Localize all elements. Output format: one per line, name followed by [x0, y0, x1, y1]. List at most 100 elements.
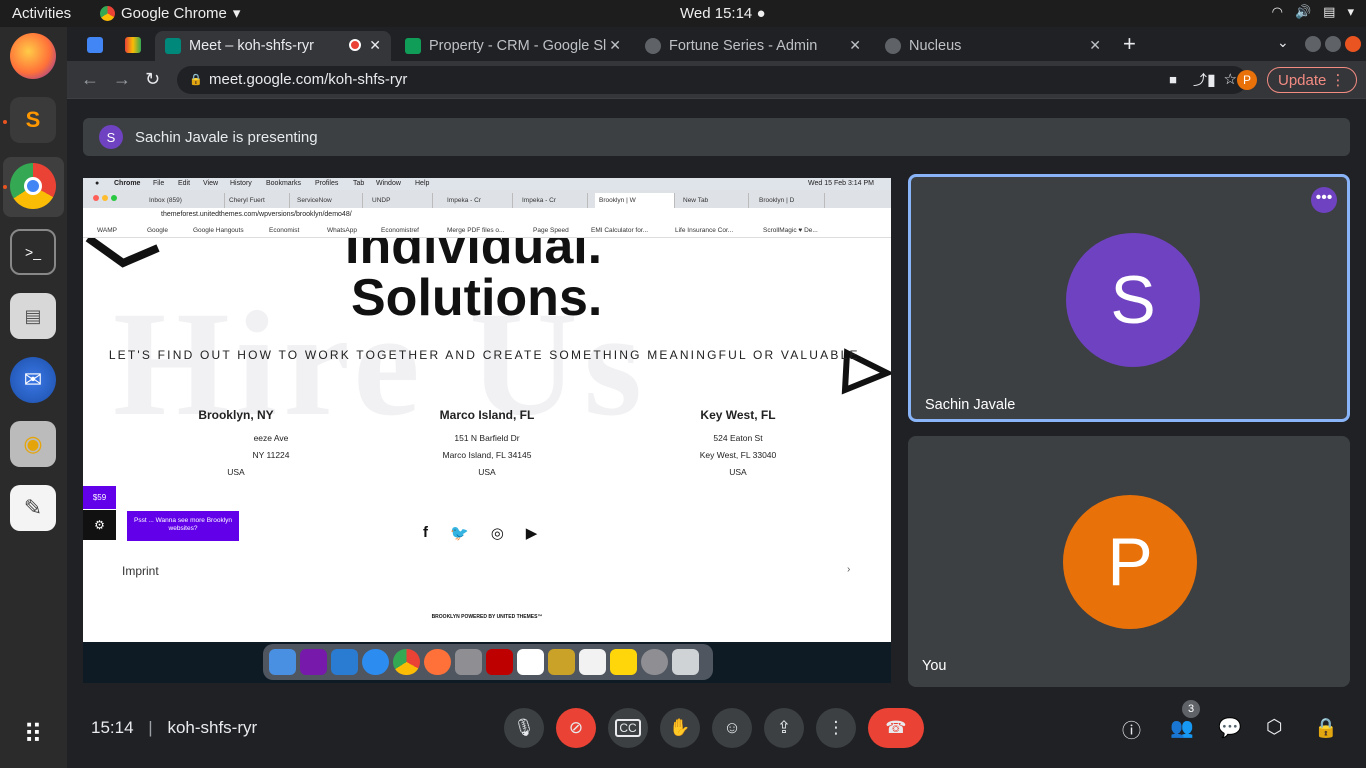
people-count-badge: 3 [1182, 700, 1200, 718]
new-tab-button[interactable]: + [1123, 31, 1136, 57]
microphone-button[interactable]: 🎙 [504, 708, 544, 748]
meet-icon [165, 38, 181, 54]
app-menu[interactable]: Google Chrome ▾ [100, 4, 240, 22]
presenting-banner: S Sachin Javale is presenting [83, 118, 1350, 156]
sublime-text-icon[interactable]: S [10, 97, 56, 143]
raise-hand-button[interactable]: ✋ [660, 708, 700, 748]
mac-menu-view: View [203, 180, 219, 187]
system-tray[interactable]: ◠ 🔊 ▤ ▾ [1272, 4, 1354, 20]
meeting-info: 15:14 | koh-shfs-ryr [91, 718, 257, 738]
more-options-icon[interactable]: ••• [1311, 187, 1337, 213]
terminal-icon[interactable]: >_ [10, 229, 56, 275]
close-icon[interactable]: ✕ [1089, 37, 1101, 54]
tab-search-icon[interactable]: ⌄ [1277, 34, 1289, 51]
omnibox[interactable]: 🔒 meet.google.com/koh-shfs-ryr ■ ⤴ ☆ [177, 66, 1247, 94]
update-button[interactable]: Update ⋮ [1267, 67, 1357, 93]
bookmark-star-icon[interactable]: ☆ [1224, 66, 1237, 94]
show-apps-icon[interactable]: ⠿ [10, 711, 56, 757]
share-icon[interactable]: ⤴ [1193, 66, 1207, 94]
mac-menu-profiles: Profiles [315, 180, 339, 187]
shared-website: Hire Us Individual. Solutions. LET'S FIN… [83, 238, 891, 642]
side-panel-icon[interactable]: ▮ [1207, 70, 1216, 90]
close-window-button[interactable] [1345, 36, 1361, 52]
bookmark-item: EMI Calculator for... [591, 227, 649, 234]
tab-nucleus[interactable]: Nucleus ✕ [875, 31, 1111, 61]
vscode-icon [331, 649, 358, 675]
mac-menu-bar: ● Chrome File Edit View History Bookmark… [83, 178, 891, 190]
mac-tab-active: Brooklyn | W [595, 193, 675, 208]
mac-tab: Cheryl Fuert [225, 193, 290, 208]
present-button[interactable]: ⇪ [764, 708, 804, 748]
mac-url: themeforest.unitedthemes.com/wpversions/… [161, 211, 352, 218]
reload-button[interactable]: ↻ [145, 69, 160, 90]
chevron-down-icon: ▾ [232, 5, 241, 22]
bookmark-item: Google [147, 227, 168, 234]
files-icon[interactable]: ▤ [10, 293, 56, 339]
bookmark-item: Life Insurance Cor... [675, 227, 734, 234]
mac-menu-help: Help [415, 180, 430, 187]
thunderbird-icon[interactable]: ✉ [10, 357, 56, 403]
chevron-right-icon: › [847, 564, 851, 575]
maximize-button[interactable] [1325, 36, 1341, 52]
activities-button[interactable]: Activities [12, 5, 71, 22]
info-icon[interactable]: ⓘ [1122, 716, 1141, 743]
close-icon[interactable]: ✕ [849, 37, 861, 54]
system-clock[interactable]: Wed 15:14 ● [680, 5, 766, 22]
chat-icon[interactable]: 💬 [1218, 716, 1242, 740]
address-line: Marco Island, FL 34145 [442, 450, 532, 460]
chrome-dock-icon[interactable] [10, 163, 56, 209]
chrome-center [24, 177, 42, 195]
firefox-icon[interactable] [10, 33, 56, 79]
host-controls-icon[interactable]: 🔒 [1314, 716, 1338, 740]
tab-meet[interactable]: Meet – koh-shfs-ryr ✕ [155, 31, 391, 61]
gear-icon: ⚙ [83, 510, 116, 540]
gmail-pinned-icon[interactable] [125, 37, 141, 53]
forward-button[interactable]: → [113, 69, 131, 90]
camera-off-button[interactable]: ⊘ [556, 708, 596, 748]
traffic-lights [93, 195, 117, 201]
mac-chrome-tabs: Inbox (859) Cheryl Fuert ServiceNow UNDP… [83, 190, 891, 208]
reactions-button[interactable]: ☺ [712, 708, 752, 748]
app-name: Google Chrome [121, 4, 227, 22]
address-line: 151 N Barfield Dr [454, 433, 520, 443]
minimize-button[interactable] [1305, 36, 1321, 52]
shared-screen[interactable]: ● Chrome File Edit View History Bookmark… [83, 178, 891, 683]
finder-icon [269, 649, 296, 675]
docs-pinned-icon[interactable] [87, 37, 103, 53]
imprint-link: Imprint [122, 564, 159, 578]
tab-property-crm[interactable]: Property - CRM - Google Sl ✕ [395, 31, 631, 61]
location-title: Key West, FL [700, 408, 776, 422]
mac-menu-tab: Tab [353, 180, 365, 187]
globe-icon [645, 38, 661, 54]
people-icon[interactable]: 👥 [1170, 716, 1194, 740]
presenting-text: Sachin Javale is presenting [135, 128, 318, 146]
facebook-icon: f [423, 524, 428, 541]
tagline: LET'S FIND OUT HOW TO WORK TOGETHER AND … [108, 348, 866, 362]
camera-icon[interactable]: ■ [1169, 66, 1177, 94]
tab-fortune-series[interactable]: Fortune Series - Admin ✕ [635, 31, 871, 61]
participant-tile-sachin[interactable]: S ••• Sachin Javale [908, 174, 1350, 422]
more-options-button[interactable]: ⋮ [816, 708, 856, 748]
recording-icon [349, 39, 361, 51]
leave-call-button[interactable]: ☎ [868, 708, 924, 748]
address-line: 524 Eaton St [713, 433, 763, 443]
text-editor-icon[interactable]: ✎ [10, 485, 56, 531]
captions-button[interactable]: CC [608, 708, 648, 748]
clipboard-icon: ▤ [1323, 4, 1336, 19]
close-icon[interactable]: ✕ [369, 37, 381, 54]
address-line: USA [729, 467, 747, 477]
bookmark-item: Economist [269, 227, 300, 234]
activities-icon[interactable]: ⬡ [1266, 716, 1283, 739]
mac-tab: Inbox (859) [145, 193, 225, 208]
address-bar: ← → ↻ 🔒 meet.google.com/koh-shfs-ryr ■ ⤴… [67, 61, 1366, 99]
meet-main: S Sachin Javale is presenting ● Chrome F… [67, 99, 1366, 768]
mac-menu-history: History [230, 180, 252, 187]
chevron-down-icon: ▾ [1347, 4, 1354, 19]
close-icon[interactable]: ✕ [609, 37, 621, 54]
rhythmbox-icon[interactable]: ◉ [10, 421, 56, 467]
profile-avatar[interactable]: P [1237, 70, 1257, 90]
bookmark-item: WhatsApp [327, 227, 357, 234]
meet-controls: 15:14 | koh-shfs-ryr 🎙 ⊘ CC ✋ ☺ ⇪ ⋮ ☎ ⓘ … [67, 688, 1366, 768]
back-button[interactable]: ← [81, 69, 99, 90]
participant-tile-you[interactable]: P You [908, 436, 1350, 687]
